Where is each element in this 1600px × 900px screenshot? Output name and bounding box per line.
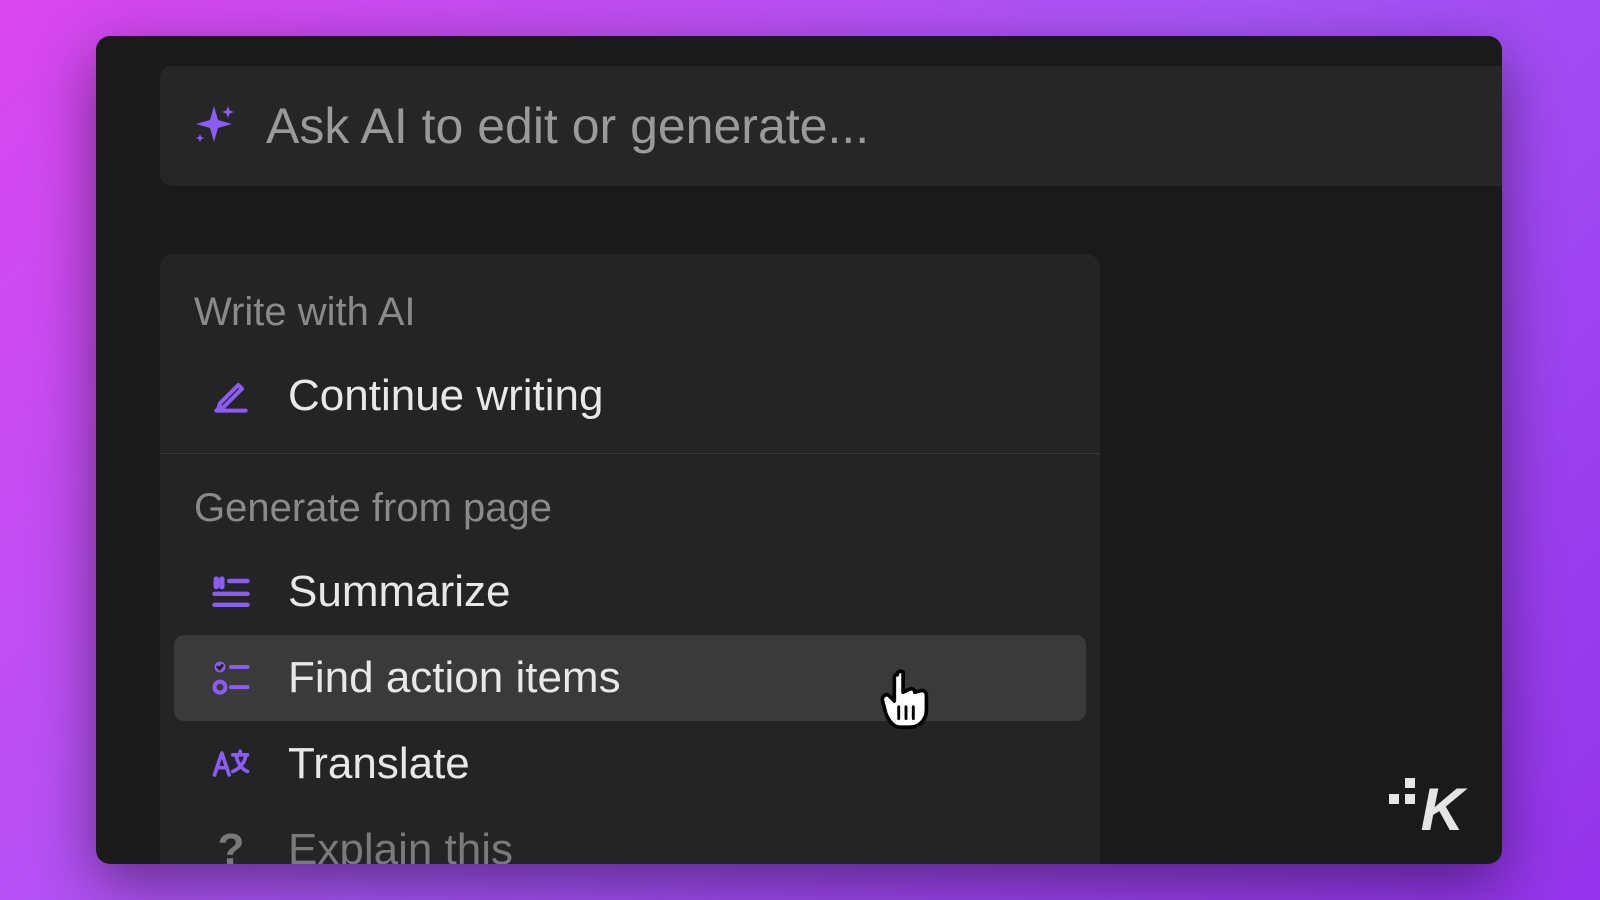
menu-item-label: Find action items — [288, 653, 621, 703]
action-items-icon — [208, 655, 254, 701]
menu-item-continue-writing[interactable]: Continue writing — [174, 353, 1086, 439]
pencil-line-icon — [208, 373, 254, 419]
question-icon: ? — [208, 825, 254, 864]
menu-item-label: Summarize — [288, 567, 511, 617]
translate-icon — [208, 741, 254, 787]
menu-item-summarize[interactable]: Summarize — [174, 549, 1086, 635]
section-header-generate: Generate from page — [160, 472, 1100, 549]
menu-divider — [160, 453, 1100, 454]
watermark-letter: K — [1421, 775, 1462, 844]
ai-menu-window: Write with AI Continue writing Generate … — [96, 36, 1502, 864]
summarize-icon — [208, 569, 254, 615]
ai-prompt-bar[interactable] — [160, 66, 1502, 186]
watermark-dots-icon — [1389, 778, 1415, 804]
watermark-logo: K — [1389, 775, 1462, 844]
menu-item-find-action-items[interactable]: Find action items — [174, 635, 1086, 721]
menu-item-label: Explain this — [288, 825, 513, 864]
menu-item-label: Continue writing — [288, 371, 604, 421]
ai-actions-menu: Write with AI Continue writing Generate … — [160, 254, 1100, 864]
sparkle-icon — [190, 102, 238, 150]
menu-item-explain-this[interactable]: ? Explain this — [174, 807, 1086, 864]
menu-item-translate[interactable]: Translate — [174, 721, 1086, 807]
section-header-write: Write with AI — [160, 276, 1100, 353]
menu-item-label: Translate — [288, 739, 470, 789]
ai-prompt-input[interactable] — [266, 97, 1502, 155]
